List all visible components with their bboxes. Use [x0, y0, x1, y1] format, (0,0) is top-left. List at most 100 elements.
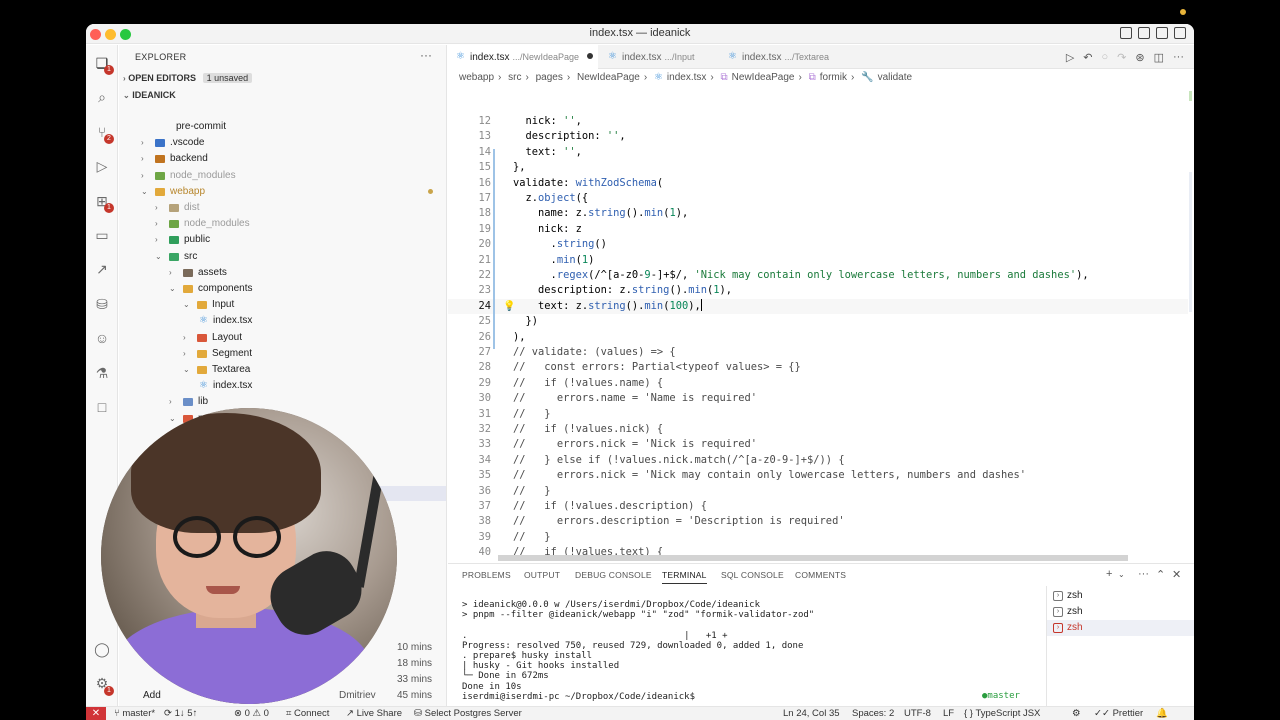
code-line[interactable]: name: z.string().min(1), [488, 206, 688, 221]
run-icon[interactable]: ▷ [1066, 51, 1074, 64]
more-actions-icon[interactable]: ··· [420, 48, 432, 62]
terminal-item[interactable]: › zsh [1047, 588, 1194, 604]
horizontal-scrollbar[interactable] [498, 555, 1128, 561]
prettier-status[interactable]: ✓✓ Prettier [1094, 707, 1143, 720]
sync-status[interactable]: ⟳ 1↓ 5↑ [164, 707, 197, 720]
terminal-item[interactable]: › zsh [1047, 620, 1194, 636]
code-line[interactable]: z.object({ [488, 191, 589, 206]
tab-comments[interactable]: COMMENTS [795, 570, 846, 580]
tree-folder[interactable]: › backend [141, 151, 208, 167]
breadcrumb-item[interactable]: NewIdeaPage [577, 72, 640, 83]
tree-folder[interactable]: ⌄ Input [183, 297, 234, 313]
code-line[interactable]: text: '', [488, 145, 582, 160]
tree-folder[interactable]: › assets [169, 265, 227, 281]
breadcrumb-item[interactable]: validate [878, 72, 912, 83]
more-actions-icon[interactable]: ··· [1138, 568, 1149, 580]
tab-input[interactable]: ⚛ index.tsx .../Input [600, 45, 720, 69]
breadcrumb-item[interactable]: formik [820, 72, 847, 83]
code-line[interactable]: }, [488, 160, 526, 175]
code-line[interactable]: // if (!values.name) { [488, 376, 663, 391]
search-icon[interactable]: ⌕ [94, 89, 110, 105]
tab-output[interactable]: OUTPUT [524, 570, 560, 580]
toggle-panel-icon[interactable] [1138, 27, 1150, 39]
remote-indicator-icon[interactable]: ✕ [86, 707, 106, 720]
postgres-status[interactable]: ⛁ Select Postgres Server [414, 707, 522, 720]
code-line[interactable]: .string() [488, 237, 607, 252]
code-line[interactable]: // } else if (!values.nick.match(/^[a-z0… [488, 453, 845, 468]
code-line[interactable]: description: z.string().min(1), [488, 283, 732, 298]
tree-file[interactable]: ⚛ index.tsx [197, 378, 252, 394]
breadcrumb-item[interactable]: pages [536, 72, 563, 83]
copilot-icon[interactable]: ⊛ [1135, 51, 1144, 64]
code-line[interactable]: // } [488, 530, 551, 545]
code-line[interactable]: text: z.string().min(100), [488, 298, 703, 314]
tree-folder[interactable]: ⌄ webapp [141, 184, 205, 200]
scroll-thumb[interactable] [1189, 172, 1192, 312]
terminal-output[interactable]: > ideanick@0.0.0 w /Users/iserdmi/Dropbo… [462, 600, 1042, 702]
tab-newideapage[interactable]: ⚛ index.tsx .../NewIdeaPage [448, 45, 598, 69]
language-mode[interactable]: { } TypeScript JSX [964, 707, 1040, 720]
code-line[interactable]: validate: withZodSchema( [488, 176, 663, 191]
tree-folder[interactable]: › Layout [183, 330, 242, 346]
tree-folder[interactable]: › .vscode [141, 135, 204, 151]
tree-file[interactable]: ⚛ index.tsx [197, 313, 252, 329]
lightbulb-icon[interactable]: 💡 [503, 299, 515, 314]
code-line[interactable]: .min(1) [488, 253, 595, 268]
code-line[interactable]: // if (!values.description) { [488, 499, 707, 514]
code-line[interactable]: // } [488, 407, 551, 422]
code-line[interactable]: // errors.name = 'Name is required' [488, 391, 757, 406]
breadcrumb-item[interactable]: src [508, 72, 521, 83]
run-debug-icon[interactable]: ▷ [94, 158, 110, 174]
copilot-status-icon[interactable]: ⚙ [1072, 707, 1081, 720]
code-line[interactable]: // } [488, 484, 551, 499]
toggle-sidebar-icon[interactable] [1120, 27, 1132, 39]
maximize-panel-icon[interactable]: ⌃ [1156, 568, 1165, 581]
close-panel-icon[interactable]: ✕ [1172, 568, 1181, 581]
testing-icon[interactable]: ⚗ [94, 365, 110, 381]
tab-debug-console[interactable]: DEBUG CONSOLE [575, 570, 652, 580]
code-line[interactable]: // if (!values.nick) { [488, 422, 663, 437]
cursor-position[interactable]: Ln 24, Col 35 [783, 707, 840, 720]
previous-change-icon[interactable]: ○ [1102, 51, 1109, 64]
code-line[interactable]: nick: '', [488, 114, 582, 129]
tree-folder[interactable]: ⌄ components [169, 281, 252, 297]
code-line[interactable]: // errors.nick = 'Nick is required' [488, 437, 757, 452]
breadcrumb-item[interactable]: webapp [459, 72, 494, 83]
more-actions-icon[interactable]: ··· [1173, 51, 1184, 64]
tab-terminal[interactable]: TERMINAL [662, 570, 707, 584]
code-line[interactable]: // errors.description = 'Description is … [488, 514, 845, 529]
tree-folder[interactable]: › Segment [183, 346, 252, 362]
terminal-item[interactable]: › zsh [1047, 604, 1194, 620]
new-terminal-icon[interactable]: + [1106, 568, 1112, 580]
customize-layout-icon[interactable] [1174, 27, 1186, 39]
database-icon[interactable]: ⛁ [94, 296, 110, 312]
split-editor-icon[interactable]: ◫ [1154, 51, 1164, 64]
tree-file[interactable]: pre-commit [169, 119, 226, 135]
tree-folder[interactable]: › dist [155, 200, 200, 216]
tree-folder[interactable]: ⌄ src [155, 249, 197, 265]
notifications-icon[interactable]: 🔔 [1156, 707, 1168, 720]
github-copilot-icon[interactable]: ☺ [94, 330, 110, 346]
breadcrumb-item[interactable]: index.tsx [667, 72, 706, 83]
code-line[interactable]: .regex(/^[a-z0-9-]+$/, 'Nick may contain… [488, 268, 1089, 283]
tree-folder[interactable]: ⌄ Textarea [183, 362, 250, 378]
problems-status[interactable]: ⊗ 0 ⚠ 0 [234, 707, 269, 720]
tree-folder[interactable]: › node_modules [155, 216, 250, 232]
tree-folder[interactable]: › public [155, 232, 210, 248]
project-section[interactable]: ⌄ IDEANICK [123, 90, 176, 100]
end-of-line[interactable]: LF [943, 707, 954, 720]
code-line[interactable]: nick: z [488, 222, 582, 237]
code-editor[interactable]: 12 nick: '', 13 description: '', 14 text: … [448, 87, 1194, 562]
tab-sql-console[interactable]: SQL CONSOLE [721, 570, 784, 580]
unsaved-dot-icon[interactable] [587, 53, 594, 59]
encoding[interactable]: UTF-8 [904, 707, 931, 720]
code-line[interactable]: // validate: (values) => { [488, 345, 676, 360]
code-line[interactable]: }) [488, 314, 539, 329]
toggle-secondary-sidebar-icon[interactable] [1156, 27, 1168, 39]
open-changes-icon[interactable]: ↶ [1083, 51, 1092, 64]
branch-status[interactable]: ⑂ master* [114, 707, 155, 720]
remote-explorer-icon[interactable]: ▭ [94, 227, 110, 243]
code-line[interactable]: // const errors: Partial<typeof values> … [488, 360, 801, 375]
code-line[interactable]: description: '', [488, 129, 626, 144]
tab-textarea[interactable]: ⚛ index.tsx .../Textarea [720, 45, 850, 69]
